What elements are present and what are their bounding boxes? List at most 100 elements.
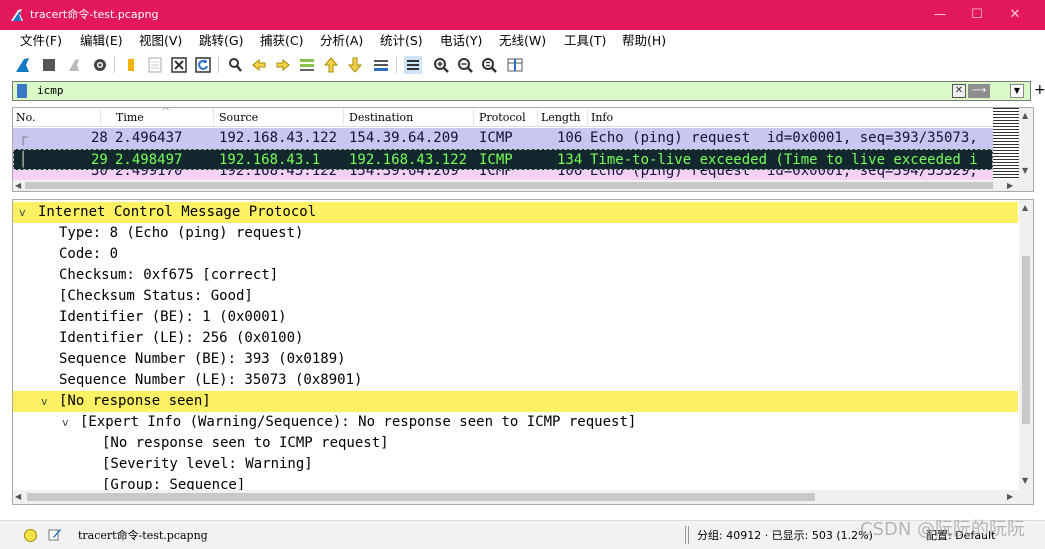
packet-info: Time-to-live exceeded (Time to live exce…	[590, 152, 978, 168]
packet-minimap[interactable]	[993, 108, 1019, 180]
column-separator[interactable]	[537, 108, 538, 127]
scrollbar-thumb[interactable]	[25, 182, 993, 189]
scroll-down-icon[interactable]: ▼	[1022, 476, 1028, 486]
find-packet-icon[interactable]	[226, 56, 244, 74]
column-source[interactable]: Source	[219, 111, 258, 124]
column-separator[interactable]	[100, 108, 101, 127]
expand-toggle-icon[interactable]: v	[19, 202, 26, 223]
filter-bookmark-icon[interactable]	[17, 84, 27, 98]
tree-item[interactable]: Identifier (LE): 256 (0x0100)	[13, 328, 1018, 349]
go-forward-icon[interactable]	[274, 56, 292, 74]
menu-file[interactable]: 文件(F)	[20, 33, 62, 49]
menu-analyze[interactable]: 分析(A)	[320, 33, 363, 49]
start-capture-icon[interactable]	[14, 56, 32, 74]
packet-stats: 分组: 40912 · 已显示: 503 (1.2%)	[697, 529, 873, 542]
display-filter-input[interactable]: icmp	[37, 84, 64, 98]
tree-item[interactable]: Checksum: 0xf675 [correct]	[13, 265, 1018, 286]
scroll-left-icon[interactable]: ◀	[15, 492, 21, 502]
packet-list[interactable]: No. Time ^ Source Destination Protocol L…	[12, 107, 1034, 192]
apply-filter-icon[interactable]: ⟶	[968, 84, 990, 98]
tree-item-expert-info[interactable]: v [Expert Info (Warning/Sequence): No re…	[13, 412, 1018, 433]
go-back-icon[interactable]	[250, 56, 268, 74]
go-last-icon[interactable]	[346, 56, 364, 74]
capture-comment-icon[interactable]	[48, 527, 62, 541]
stop-capture-icon[interactable]	[40, 56, 58, 74]
menu-statistics[interactable]: 统计(S)	[380, 33, 423, 49]
menu-telephony[interactable]: 电话(Y)	[440, 33, 482, 49]
column-length[interactable]: Length	[541, 111, 580, 124]
menu-edit[interactable]: 编辑(E)	[80, 33, 123, 49]
column-no[interactable]: No.	[16, 111, 36, 124]
expand-toggle-icon[interactable]: v	[41, 391, 48, 412]
capture-options-icon[interactable]	[91, 56, 109, 74]
scroll-up-icon[interactable]: ▲	[1022, 111, 1028, 121]
packet-row[interactable]: 30 2.499170 192.168.43.122 154.39.64.209…	[13, 170, 993, 180]
main-toolbar	[0, 52, 1045, 78]
packet-list-horizontal-scrollbar[interactable]: ◀ ▶	[13, 180, 1033, 191]
menu-go[interactable]: 跳转(G)	[199, 33, 243, 49]
minimize-button[interactable]: —	[930, 5, 950, 25]
scrollbar-thumb[interactable]	[1022, 256, 1030, 424]
tree-item[interactable]: Sequence Number (LE): 35073 (0x8901)	[13, 370, 1018, 391]
close-file-icon[interactable]	[170, 56, 188, 74]
tree-item[interactable]: Identifier (BE): 1 (0x0001)	[13, 307, 1018, 328]
tree-item-label: [Checksum Status: Good]	[59, 288, 253, 304]
details-horizontal-scrollbar[interactable]: ◀ ▶	[13, 490, 1033, 504]
maximize-button[interactable]: ☐	[967, 5, 987, 25]
zoom-normal-icon[interactable]	[480, 56, 498, 74]
expand-toggle-icon[interactable]: v	[62, 412, 69, 433]
filter-history-dropdown-icon[interactable]: ▼	[1010, 84, 1024, 98]
scrollbar-thumb[interactable]	[27, 493, 815, 501]
save-file-icon[interactable]	[146, 56, 164, 74]
scroll-right-icon[interactable]: ▶	[1007, 181, 1013, 191]
tree-item[interactable]: Sequence Number (BE): 393 (0x0189)	[13, 349, 1018, 370]
tree-item-label: [Severity level: Warning]	[102, 456, 313, 472]
column-separator[interactable]	[213, 108, 214, 127]
column-protocol[interactable]: Protocol	[479, 111, 526, 124]
scroll-up-icon[interactable]: ▲	[1022, 203, 1028, 213]
column-time[interactable]: Time	[116, 111, 144, 124]
restart-capture-icon[interactable]	[66, 56, 84, 74]
column-separator[interactable]	[587, 108, 588, 127]
tree-item[interactable]: [No response seen to ICMP request]	[13, 433, 1018, 454]
packet-details-tree[interactable]: v Internet Control Message Protocol Type…	[12, 199, 1034, 505]
tree-item[interactable]: [Severity level: Warning]	[13, 454, 1018, 475]
display-filter-bar[interactable]: icmp ✕ ⟶ ▼	[12, 81, 1031, 101]
close-button[interactable]: ✕	[1005, 5, 1025, 25]
tree-item[interactable]: Code: 0	[13, 244, 1018, 265]
autoscroll-icon[interactable]	[372, 56, 390, 74]
tree-item-label: Identifier (LE): 256 (0x0100)	[59, 330, 304, 346]
resize-columns-icon[interactable]	[506, 56, 524, 74]
go-to-packet-icon[interactable]	[298, 56, 316, 74]
zoom-out-icon[interactable]	[456, 56, 474, 74]
column-info[interactable]: Info	[591, 111, 613, 124]
menu-view[interactable]: 视图(V)	[139, 33, 182, 49]
packet-list-vertical-scrollbar[interactable]: ▲ ▼	[1019, 108, 1033, 180]
details-vertical-scrollbar[interactable]: ▲ ▼	[1019, 200, 1033, 490]
colorize-icon[interactable]	[404, 56, 422, 74]
expert-info-status-icon[interactable]	[24, 529, 37, 542]
tree-item-icmp[interactable]: v Internet Control Message Protocol	[13, 202, 1018, 223]
menu-wireless[interactable]: 无线(W)	[499, 33, 546, 49]
menu-capture[interactable]: 捕获(C)	[260, 33, 303, 49]
scroll-left-icon[interactable]: ◀	[15, 181, 21, 191]
menu-tools[interactable]: 工具(T)	[564, 33, 606, 49]
tree-item-no-response[interactable]: v [No response seen]	[13, 391, 1018, 412]
menu-help[interactable]: 帮助(H)	[622, 33, 666, 49]
packet-row-selected[interactable]: │ 29 2.498497 192.168.43.1 192.168.43.12…	[13, 149, 993, 170]
reload-file-icon[interactable]	[194, 56, 212, 74]
open-file-icon[interactable]	[122, 56, 140, 74]
add-filter-button[interactable]: +	[1034, 82, 1045, 98]
zoom-in-icon[interactable]	[432, 56, 450, 74]
scroll-right-icon[interactable]: ▶	[1007, 492, 1013, 502]
tree-item[interactable]: [Checksum Status: Good]	[13, 286, 1018, 307]
go-first-icon[interactable]	[322, 56, 340, 74]
tree-item-label: Sequence Number (BE): 393 (0x0189)	[59, 351, 346, 367]
tree-item[interactable]: Type: 8 (Echo (ping) request)	[13, 223, 1018, 244]
packet-row[interactable]: ┌ 28 2.496437 192.168.43.122 154.39.64.2…	[13, 128, 993, 149]
scroll-down-icon[interactable]: ▼	[1022, 166, 1028, 176]
column-separator[interactable]	[473, 108, 474, 127]
column-destination[interactable]: Destination	[349, 111, 413, 124]
clear-filter-icon[interactable]: ✕	[952, 84, 966, 98]
column-separator[interactable]	[343, 108, 344, 127]
